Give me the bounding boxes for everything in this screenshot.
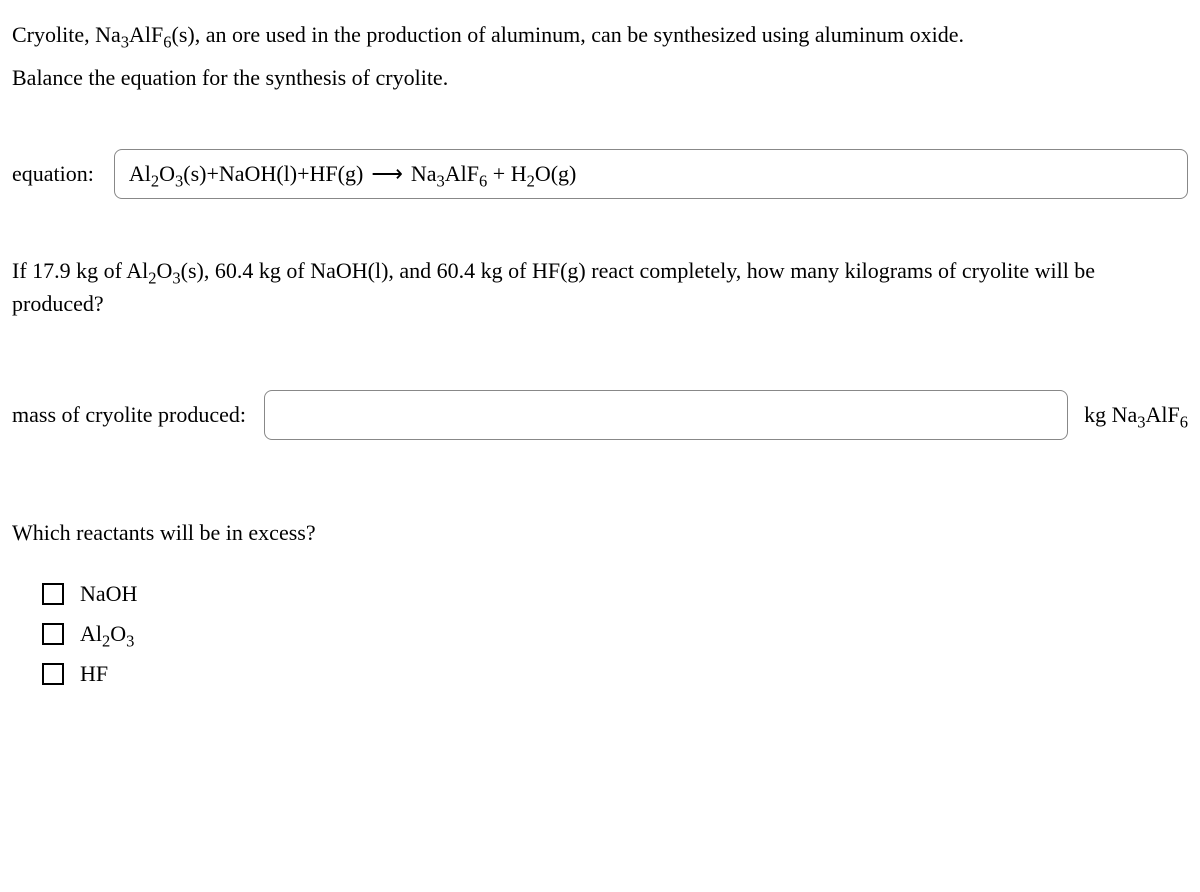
- opt2-o: O: [110, 621, 126, 646]
- eq-naoh: NaOH(l): [219, 161, 297, 186]
- mass-unit-alf-sub: 6: [1180, 412, 1188, 431]
- eq-rhs-h-sub: 2: [527, 171, 535, 190]
- q2-o-sub: 3: [172, 268, 180, 287]
- q2-al: Al: [126, 258, 148, 283]
- intro-text: Cryolite, Na3AlF6(s), an ore used in the…: [12, 20, 1188, 51]
- q2-o: O: [157, 258, 173, 283]
- intro-alf-sub: 6: [163, 32, 171, 51]
- mass-unit-na: Na: [1112, 402, 1138, 427]
- checkbox-al2o3[interactable]: [42, 623, 64, 645]
- eq-rhs-na: Na: [411, 161, 437, 186]
- equation-label: equation:: [12, 161, 94, 187]
- q2-al-sub: 2: [148, 268, 156, 287]
- eq-rhs-o: O(g): [535, 161, 577, 186]
- checkbox-label-hf: HF: [80, 661, 108, 687]
- checkbox-group: NaOH Al2O3 HF: [12, 581, 1188, 687]
- eq-al-sub: 2: [151, 171, 159, 190]
- opt2-al: Al: [80, 621, 102, 646]
- intro-prefix: Cryolite,: [12, 22, 95, 47]
- question-limiting-reagent: If 17.9 kg of Al2O3(s), 60.4 kg of NaOH(…: [12, 254, 1188, 320]
- equation-content: Al2O3(s)+NaOH(l)+HF(g)⟶Na3AlF6 + H2O(g): [129, 161, 577, 187]
- opt2-al-sub: 2: [102, 631, 110, 650]
- checkbox-row-al2o3: Al2O3: [42, 621, 1188, 647]
- eq-rhs-h: H: [511, 161, 527, 186]
- checkbox-hf[interactable]: [42, 663, 64, 685]
- mass-unit: kg Na3AlF6: [1084, 402, 1188, 428]
- mass-row: mass of cryolite produced: kg Na3AlF6: [12, 390, 1188, 440]
- intro-na-sub: 3: [121, 32, 129, 51]
- equation-row: equation: Al2O3(s)+NaOH(l)+HF(g)⟶Na3AlF6…: [12, 149, 1188, 199]
- opt2-o-sub: 3: [126, 631, 134, 650]
- excess-question: Which reactants will be in excess?: [12, 520, 1188, 546]
- mass-unit-kg: kg: [1084, 402, 1112, 427]
- mass-unit-alf: AlF: [1146, 402, 1180, 427]
- intro-state: (s): [172, 22, 195, 47]
- eq-al: Al: [129, 161, 151, 186]
- checkbox-label-naoh: NaOH: [80, 581, 137, 607]
- eq-rhs-plus: +: [487, 161, 510, 186]
- eq-plus1: +: [206, 161, 218, 186]
- checkbox-label-al2o3: Al2O3: [80, 621, 134, 647]
- equation-input[interactable]: Al2O3(s)+NaOH(l)+HF(g)⟶Na3AlF6 + H2O(g): [114, 149, 1188, 199]
- intro-alf: AlF: [129, 22, 163, 47]
- intro-suffix: , an ore used in the production of alumi…: [195, 22, 964, 47]
- q2-prefix: If 17.9 kg of: [12, 258, 126, 283]
- mass-label: mass of cryolite produced:: [12, 402, 246, 428]
- eq-hf: HF(g): [310, 161, 364, 186]
- eq-arrow: ⟶: [371, 161, 403, 187]
- q2-state: (s): [181, 258, 204, 283]
- eq-o: O: [159, 161, 175, 186]
- mass-unit-na-sub: 3: [1137, 412, 1145, 431]
- instruction-label: Balance the equation for the synthesis o…: [12, 65, 448, 90]
- checkbox-row-naoh: NaOH: [42, 581, 1188, 607]
- checkbox-naoh[interactable]: [42, 583, 64, 605]
- eq-plus2: +: [297, 161, 309, 186]
- checkbox-row-hf: HF: [42, 661, 1188, 687]
- eq-al2o3-state: (s): [183, 161, 206, 186]
- instruction-text: Balance the equation for the synthesis o…: [12, 63, 1188, 94]
- eq-rhs-na-sub: 3: [437, 171, 445, 190]
- intro-na: Na: [95, 22, 121, 47]
- mass-input[interactable]: [264, 390, 1068, 440]
- eq-rhs-alf: AlF: [445, 161, 479, 186]
